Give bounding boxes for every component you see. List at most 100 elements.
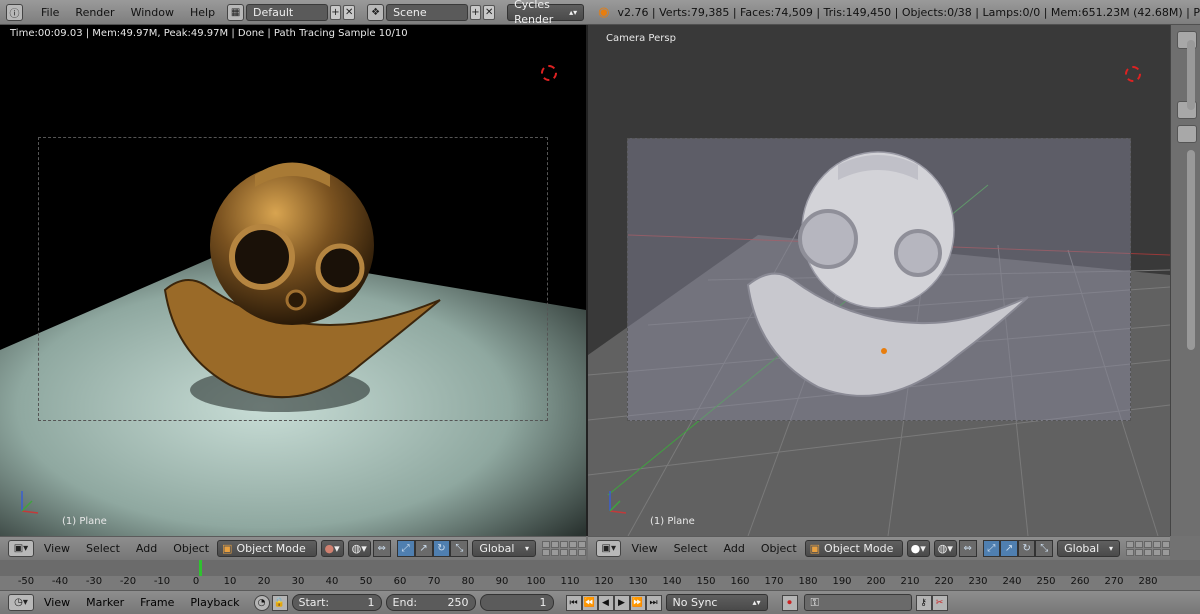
mode-label: Object Mode	[824, 542, 894, 555]
menu-playback[interactable]: Playback	[182, 596, 247, 609]
axis-gizmo-icon	[609, 491, 627, 514]
frame-tick-label: 180	[798, 576, 818, 587]
timeline-editor-icon[interactable]: ◷▾	[8, 594, 34, 611]
sync-dropdown[interactable]: No Sync ▴▾	[665, 594, 768, 611]
screen-layout-field[interactable]: Default	[246, 3, 328, 21]
pivot-dropdown[interactable]: ◍ ▾	[347, 540, 371, 557]
pivot-dropdown[interactable]: ◍ ▾	[933, 540, 957, 557]
frame-tick-label: 280	[1138, 576, 1158, 587]
add-scene-button[interactable]: +	[469, 4, 482, 20]
shading-dropdown[interactable]: ● ▾	[320, 540, 344, 557]
menu-select[interactable]: Select	[666, 542, 716, 555]
mode-dropdown[interactable]: ▣ Object Mode	[804, 540, 903, 557]
scene-field[interactable]: Scene	[386, 3, 468, 21]
menu-marker[interactable]: Marker	[78, 596, 132, 609]
menu-file[interactable]: File	[33, 6, 67, 19]
view3d-header-left: ▣▾ View Select Add Object ▣ Object Mode …	[0, 536, 587, 560]
sidebar-scrollbar[interactable]	[1187, 150, 1195, 350]
add-screen-button[interactable]: +	[329, 4, 342, 20]
menu-view[interactable]: View	[36, 542, 78, 555]
rotate-icon[interactable]: ↻	[432, 540, 451, 557]
render-info: Time:00:09.03 | Mem:49.97M, Peak:49.97M …	[10, 28, 408, 39]
current-frame-value: 1	[539, 596, 547, 609]
move-icon[interactable]: ↗	[414, 540, 433, 557]
jump-end-icon[interactable]: ⏭	[645, 594, 662, 611]
frame-tick-label: -20	[119, 576, 137, 587]
scene-statistics: v2.76 | Verts:79,385 | Faces:74,509 | Tr…	[617, 5, 1200, 19]
menu-frame[interactable]: Frame	[132, 596, 182, 609]
translate-icon[interactable]: ⤢	[396, 540, 415, 557]
current-frame-indicator[interactable]	[199, 560, 202, 576]
camera-viewport[interactable]: Camera Persp (1) Plane	[588, 25, 1170, 536]
menu-view[interactable]: View	[623, 542, 665, 555]
axis-gizmo-icon	[21, 491, 39, 514]
menu-view[interactable]: View	[36, 596, 78, 609]
info-editor-type-icon[interactable]: ⓘ	[6, 3, 23, 21]
orientation-dropdown[interactable]: Global ▾	[1057, 540, 1120, 557]
manipulator-toggle-icon[interactable]: ⇔	[958, 540, 977, 557]
delete-keyframe-icon[interactable]: ✂	[931, 594, 948, 611]
frame-tick-label: 200	[866, 576, 886, 587]
frame-tick-label: 60	[393, 576, 407, 587]
manipulator-toggle-icon[interactable]: ⇔	[372, 540, 391, 557]
remove-scene-button[interactable]: ✕	[483, 4, 496, 20]
lock-icon[interactable]: 🔒	[271, 594, 288, 611]
editor-type-icon[interactable]: ▣▾	[8, 540, 34, 557]
menu-add[interactable]: Add	[128, 542, 165, 555]
end-frame-field[interactable]: End: 250	[385, 594, 476, 611]
rotate-icon[interactable]: ↻	[1017, 540, 1036, 557]
rendered-viewport[interactable]: Time:00:09.03 | Mem:49.97M, Peak:49.97M …	[0, 25, 586, 536]
menu-help[interactable]: Help	[182, 6, 223, 19]
move-icon[interactable]: ↗	[1000, 540, 1018, 557]
menu-object[interactable]: Object	[165, 542, 217, 555]
play-reverse-icon[interactable]: ◀	[597, 594, 614, 611]
tool-tab-icon[interactable]	[1177, 125, 1197, 143]
chevron-updown-icon: ▴▾	[569, 7, 578, 17]
layer-buttons[interactable]	[1125, 541, 1170, 556]
orientation-dropdown[interactable]: Global ▾	[472, 540, 537, 557]
keying-set-field[interactable]: ⚿	[803, 594, 912, 611]
orientation-label: Global	[1064, 542, 1100, 555]
insert-keyframe-icon[interactable]: ⚷	[915, 594, 932, 611]
start-frame-value: 1	[367, 596, 375, 609]
3d-cursor-icon[interactable]	[1125, 66, 1141, 82]
jump-start-icon[interactable]: ⏮	[565, 594, 582, 611]
frame-ruler[interactable]: -50 -40 -30 -20 -10 0 10 20 30 40 50 60 70 80 90 100 110…	[0, 576, 1200, 590]
menu-render[interactable]: Render	[67, 6, 122, 19]
menu-add[interactable]: Add	[716, 542, 753, 555]
scene-icon[interactable]: ❖	[367, 3, 385, 21]
screen-layout-icon[interactable]: ▦	[227, 3, 245, 21]
object-label: (1) Plane	[62, 516, 107, 527]
timeline-header: ◷▾ View Marker Frame Playback ◔ 🔒 Start:…	[0, 590, 1200, 614]
record-icon[interactable]: ⏺	[781, 594, 798, 611]
remove-screen-button[interactable]: ✕	[343, 4, 356, 20]
frame-tick-label: -50	[17, 576, 35, 587]
next-keyframe-icon[interactable]: ⏩	[629, 594, 646, 611]
menu-object[interactable]: Object	[753, 542, 805, 555]
mode-dropdown[interactable]: ▣ Object Mode	[217, 540, 317, 557]
camera-frame	[38, 137, 548, 421]
frame-tick-label: 80	[461, 576, 475, 587]
menu-select[interactable]: Select	[78, 542, 128, 555]
frame-tick-label: 140	[662, 576, 682, 587]
cube-icon: ▣	[222, 542, 233, 555]
scale-icon[interactable]: ⤡	[1035, 540, 1054, 557]
frame-tick-label: 260	[1070, 576, 1090, 587]
editor-type-icon[interactable]: ▣▾	[596, 540, 622, 557]
menu-window[interactable]: Window	[123, 6, 182, 19]
current-frame-field[interactable]: 1	[479, 594, 554, 611]
render-engine-dropdown[interactable]: Cycles Render ▴▾	[507, 0, 585, 26]
frame-tick-label: 160	[730, 576, 750, 587]
prev-keyframe-icon[interactable]: ⏪	[581, 594, 598, 611]
3d-cursor-icon[interactable]	[541, 65, 557, 81]
start-frame-field[interactable]: Start: 1	[291, 594, 382, 611]
translate-icon[interactable]: ⤢	[982, 540, 1001, 557]
sidebar-scrollbar[interactable]	[1187, 40, 1195, 110]
shading-dropdown[interactable]: ● ▾	[906, 540, 930, 557]
frame-tick-label: 270	[1104, 576, 1124, 587]
scale-icon[interactable]: ⤡	[450, 540, 469, 557]
preview-range-icon[interactable]: ◔	[253, 594, 270, 611]
layer-buttons[interactable]	[542, 541, 587, 556]
play-icon[interactable]: ▶	[613, 594, 630, 611]
view-label: Camera Persp	[606, 33, 676, 44]
